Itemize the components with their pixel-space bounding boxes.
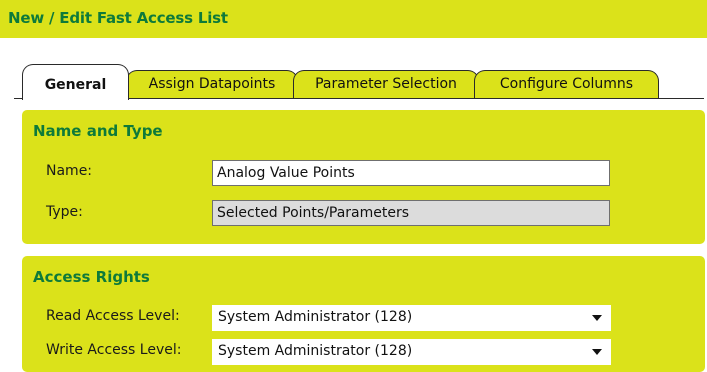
tab-parameter-selection[interactable]: Parameter Selection [293,70,479,98]
name-field[interactable]: Analog Value Points [212,160,610,186]
tab-configure-columns[interactable]: Configure Columns [474,70,659,98]
type-field: Selected Points/Parameters [212,200,610,226]
write-access-label: Write Access Level: [46,342,182,358]
access-rights-group: Access Rights Read Access Level: System … [22,256,705,372]
write-access-value: System Administrator (128) [218,343,413,359]
chevron-down-icon[interactable] [592,315,602,321]
name-label: Name: [46,163,93,179]
name-and-type-heading: Name and Type [33,122,163,140]
type-label: Type: [46,204,83,220]
tab-bar: General Assign Datapoints Parameter Sele… [0,64,707,100]
tab-assign-datapoints[interactable]: Assign Datapoints [126,70,298,98]
access-rights-heading: Access Rights [33,268,150,286]
tab-general[interactable]: General [22,64,129,100]
name-and-type-group: Name and Type Name: Analog Value Points … [22,110,705,244]
chevron-down-icon[interactable] [592,349,602,355]
write-access-select[interactable]: System Administrator (128) [212,339,611,365]
window-title-bar: New / Edit Fast Access List [0,0,707,38]
read-access-value: System Administrator (128) [218,309,413,325]
read-access-label: Read Access Level: [46,308,180,324]
read-access-select[interactable]: System Administrator (128) [212,305,611,331]
window-title: New / Edit Fast Access List [8,9,228,27]
